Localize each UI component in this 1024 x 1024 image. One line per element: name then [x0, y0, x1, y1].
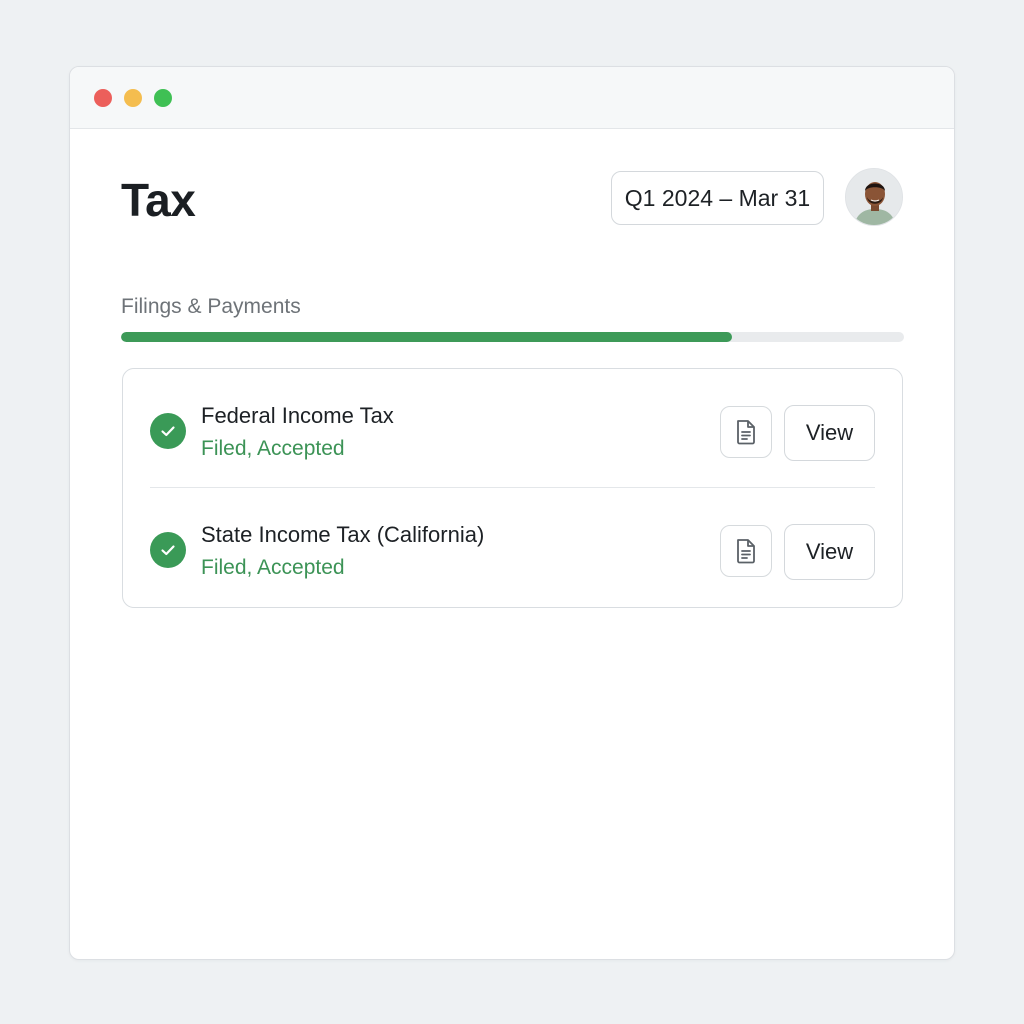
filing-row: Federal Income Tax Filed, Accepted View	[123, 369, 902, 487]
filings-progress-bar	[121, 332, 904, 342]
maximize-window-button[interactable]	[154, 88, 172, 107]
filing-status: Filed, Accepted	[201, 437, 345, 460]
close-window-button[interactable]	[94, 88, 112, 107]
filings-card: Federal Income Tax Filed, Accepted View	[122, 368, 903, 608]
view-button[interactable]: View	[784, 405, 875, 461]
check-circle-icon	[150, 532, 186, 568]
view-button[interactable]: View	[784, 524, 875, 580]
filing-status: Filed, Accepted	[201, 556, 345, 579]
minimize-window-button[interactable]	[124, 88, 142, 107]
page-title: Tax	[121, 174, 196, 226]
title-bar	[70, 67, 954, 129]
filing-row: State Income Tax (California) Filed, Acc…	[123, 488, 902, 606]
app-window: Tax Q1 2024 – Mar 31 Filings & Payments	[69, 66, 955, 960]
filing-title: State Income Tax (California)	[201, 522, 485, 547]
document-icon	[737, 539, 755, 564]
document-icon	[737, 420, 755, 445]
document-button[interactable]	[720, 525, 772, 577]
period-label: Q1 2024 – Mar 31	[624, 184, 811, 211]
period-selector[interactable]: Q1 2024 – Mar 31	[611, 171, 824, 225]
section-label: Filings & Payments	[121, 295, 301, 318]
user-avatar[interactable]	[845, 168, 903, 226]
avatar-icon	[846, 169, 902, 225]
progress-fill	[121, 332, 732, 342]
document-button[interactable]	[720, 406, 772, 458]
main-content: Tax Q1 2024 – Mar 31 Filings & Payments	[70, 129, 954, 959]
check-circle-icon	[150, 413, 186, 449]
filing-title: Federal Income Tax	[201, 403, 394, 428]
